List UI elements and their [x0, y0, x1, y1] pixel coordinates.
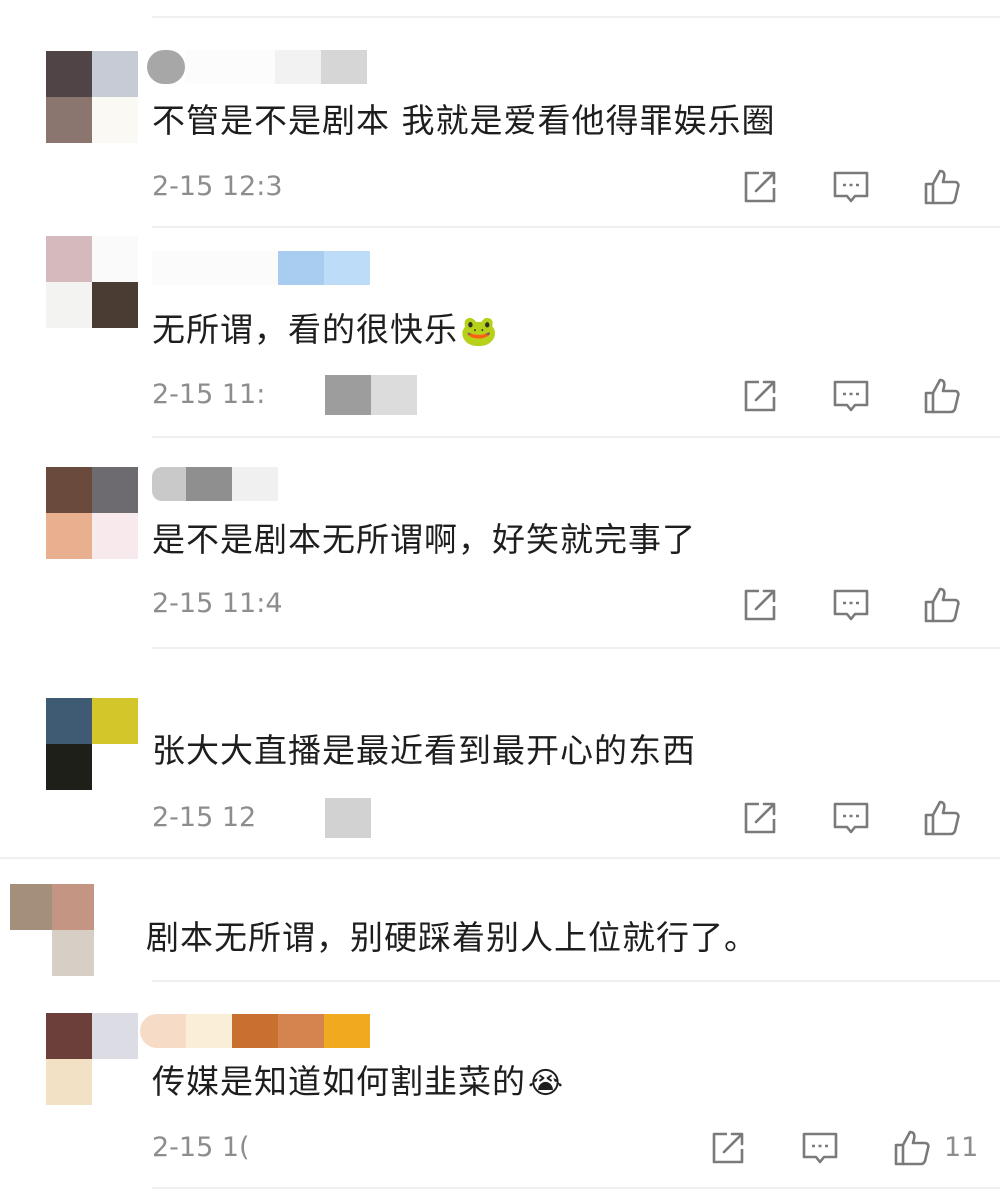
share-icon [712, 1132, 744, 1164]
avatar-pixel [92, 1059, 138, 1105]
comment-icon [802, 1132, 838, 1164]
blur-block [324, 1014, 370, 1048]
like-button[interactable] [891, 1127, 933, 1169]
blur-block [140, 1014, 186, 1048]
blur-block [232, 1014, 278, 1048]
like-count: 11 [944, 1132, 979, 1163]
crying-laughing-emoji-icon: 😭 [528, 1066, 565, 1101]
reply-button[interactable] [799, 1127, 841, 1169]
comment-time: 2-15 1( [152, 1132, 250, 1163]
divider [152, 1187, 1000, 1189]
avatar-pixel [46, 1013, 92, 1059]
comment-item: 传媒是知道如何割韭菜的😭 2-15 1( 11 [0, 0, 1000, 1187]
avatar-pixel [92, 1013, 138, 1059]
username-blurred[interactable] [140, 1014, 370, 1048]
blur-block [278, 1014, 324, 1048]
comment-text: 传媒是知道如何割韭菜的😭 [152, 1060, 564, 1106]
avatar-pixel [46, 1059, 92, 1105]
avatar[interactable] [46, 1013, 138, 1105]
share-button[interactable] [707, 1127, 749, 1169]
blur-block [186, 1014, 232, 1048]
comment-text-content: 传媒是知道如何割韭菜的 [152, 1062, 526, 1101]
thumbs-up-icon [894, 1130, 930, 1166]
